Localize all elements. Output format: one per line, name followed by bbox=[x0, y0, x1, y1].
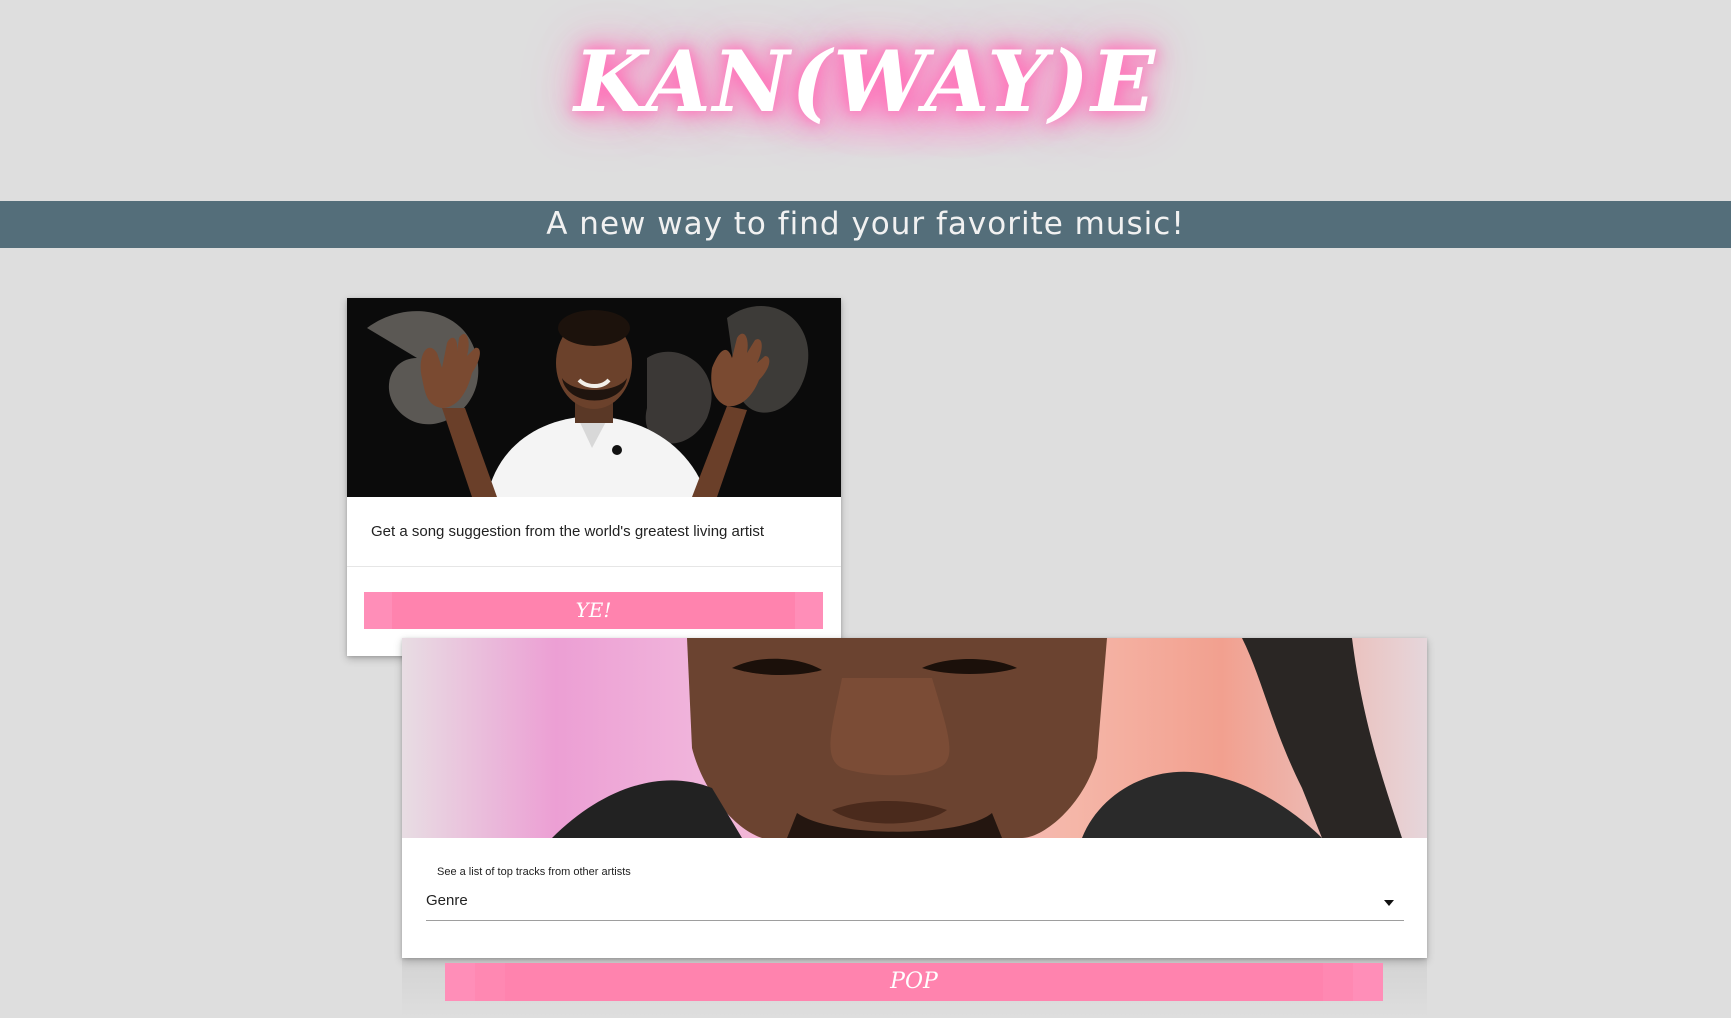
button-halo-left bbox=[445, 963, 475, 1001]
ye-button-label: YE! bbox=[575, 598, 612, 622]
suggestion-text: Get a song suggestion from the world's g… bbox=[371, 523, 765, 540]
ye-button[interactable]: YE! bbox=[364, 592, 823, 629]
tagline: A new way to find your favorite music! bbox=[546, 206, 1185, 242]
button-halo-left-inner bbox=[475, 963, 505, 1001]
genre-select[interactable]: Genre bbox=[426, 890, 1404, 921]
button-halo-right bbox=[1353, 963, 1383, 1001]
logo: KAN(WAY)E bbox=[574, 32, 1157, 131]
tagline-banner: A new way to find your favorite music! bbox=[0, 201, 1731, 248]
pop-button[interactable]: POP bbox=[445, 963, 1383, 1001]
top-tracks-card: See a list of top tracks from other arti… bbox=[402, 638, 1427, 958]
button-halo-right bbox=[795, 592, 823, 629]
card-divider bbox=[347, 566, 841, 567]
top-tracks-caption: See a list of top tracks from other arti… bbox=[437, 866, 631, 878]
kanye-closeup-image bbox=[402, 638, 1427, 838]
caret-down-icon bbox=[1384, 900, 1394, 906]
kanye-shrugging-image bbox=[347, 298, 841, 497]
genre-select-value: Genre bbox=[426, 892, 468, 909]
button-halo-left bbox=[364, 592, 392, 629]
button-halo-right-inner bbox=[1323, 963, 1353, 1001]
pop-button-label: POP bbox=[890, 969, 938, 994]
page: KAN(WAY)E A new way to find your favorit… bbox=[0, 0, 1731, 1018]
